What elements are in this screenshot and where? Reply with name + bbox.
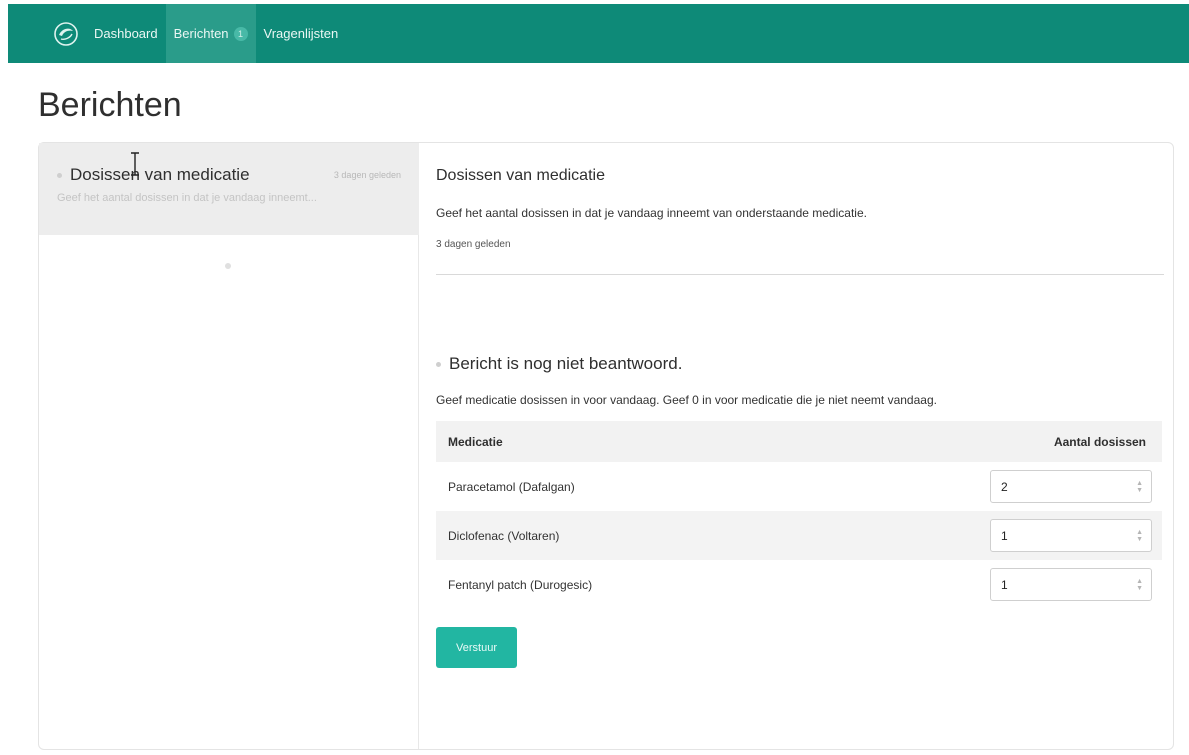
message-list-item[interactable]: Dosissen van medicatie 3 dagen geleden G… xyxy=(39,143,419,235)
table-row: Diclofenac (Voltaren) 1 ▲ ▼ xyxy=(436,511,1162,560)
medication-name: Fentanyl patch (Durogesic) xyxy=(448,577,593,592)
divider xyxy=(436,274,1164,275)
message-item-title: Dosissen van medicatie xyxy=(70,165,250,184)
message-detail-body: Geef het aantal dosissen in dat je vanda… xyxy=(436,206,867,220)
text-cursor-icon xyxy=(131,152,139,176)
nav-item-label: Berichten xyxy=(173,26,229,41)
form-instructions: Geef medicatie dosissen in voor vandaag.… xyxy=(436,393,937,407)
message-item-preview: Geef het aantal dosissen in dat je vanda… xyxy=(57,192,317,204)
messages-card: Dosissen van medicatie 3 dagen geleden G… xyxy=(38,142,1174,750)
message-detail-title: Dosissen van medicatie xyxy=(436,167,605,184)
spinner-arrows-icon[interactable]: ▲ ▼ xyxy=(1136,529,1143,543)
page-title: Berichten xyxy=(38,86,182,124)
doses-cell: 1 ▲ ▼ xyxy=(978,560,1162,609)
answer-status: Bericht is nog niet beantwoord. xyxy=(436,354,682,374)
doses-value[interactable]: 1 xyxy=(1001,578,1008,592)
column-header-medication: Medicatie xyxy=(436,421,978,462)
message-detail-time: 3 dagen geleden xyxy=(436,239,511,250)
spinner-arrows-icon[interactable]: ▲ ▼ xyxy=(1136,578,1143,592)
doses-stepper[interactable]: 1 ▲ ▼ xyxy=(990,568,1152,601)
bullet-icon xyxy=(57,172,62,178)
message-list: Dosissen van medicatie 3 dagen geleden G… xyxy=(39,143,419,749)
medication-table: Medicatie Aantal dosissen Paracetamol (D… xyxy=(436,421,1162,609)
nav-item-berichten[interactable]: Berichten 1 xyxy=(165,4,256,63)
top-navbar: Dashboard Berichten 1 Vragenlijsten xyxy=(8,4,1189,63)
answer-status-text: Bericht is nog niet beantwoord. xyxy=(449,354,683,373)
loading-dot-icon xyxy=(225,263,231,269)
column-header-doses: Aantal dosissen xyxy=(978,421,1162,462)
medication-name: Diclofenac (Voltaren) xyxy=(436,511,978,560)
table-row: Fentanyl patch (Durogesic) 1 ▲ ▼ xyxy=(436,560,1162,609)
table-row: Paracetamol (Dafalgan) 2 ▲ ▼ xyxy=(436,462,1162,511)
doses-stepper[interactable]: 1 ▲ ▼ xyxy=(990,519,1152,552)
doses-cell: 2 ▲ ▼ xyxy=(978,462,1162,511)
message-detail: Dosissen van medicatie Geef het aantal d… xyxy=(436,143,1166,749)
bullet-icon xyxy=(436,361,441,367)
unread-count-badge: 1 xyxy=(233,26,248,41)
doses-cell: 1 ▲ ▼ xyxy=(978,511,1162,560)
doses-value[interactable]: 2 xyxy=(1001,480,1008,494)
nav-item-vragenlijsten[interactable]: Vragenlijsten xyxy=(256,4,347,63)
doses-stepper[interactable]: 2 ▲ ▼ xyxy=(990,470,1152,503)
submit-button[interactable]: Verstuur xyxy=(436,627,517,668)
nav-item-label: Vragenlijsten xyxy=(263,26,339,41)
medication-name: Paracetamol (Dafalgan) xyxy=(448,479,575,494)
nav-item-label: Dashboard xyxy=(94,26,158,41)
message-item-time: 3 dagen geleden xyxy=(333,169,401,180)
doses-value[interactable]: 1 xyxy=(1001,529,1008,543)
spinner-arrows-icon[interactable]: ▲ ▼ xyxy=(1136,480,1143,494)
message-item-title-row: Dosissen van medicatie xyxy=(57,165,250,185)
app-logo-icon[interactable] xyxy=(46,4,86,63)
nav-item-dashboard[interactable]: Dashboard xyxy=(86,4,166,63)
table-header-row: Medicatie Aantal dosissen xyxy=(436,421,1162,462)
